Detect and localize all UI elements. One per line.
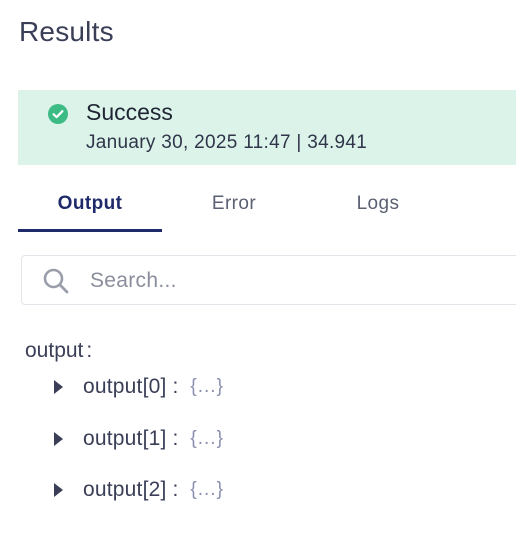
caret-right-icon[interactable] <box>54 432 63 446</box>
tree-node-colon: : <box>172 375 179 398</box>
active-tab-indicator <box>18 229 162 232</box>
caret-right-icon[interactable] <box>54 483 63 497</box>
check-circle-icon <box>48 104 68 124</box>
tree-node-preview: {...} <box>190 479 224 500</box>
tree-root-colon: : <box>86 339 93 362</box>
tree-node-key: output[0] <box>83 375 167 398</box>
tree-node-key: output[2] <box>83 478 167 501</box>
tree-node-output-2[interactable]: output[2] : {...} <box>50 475 224 505</box>
tree-root-key: output <box>25 339 84 362</box>
tree-node-key: output[1] <box>83 427 167 450</box>
caret-right-icon[interactable] <box>54 380 63 394</box>
tab-logs[interactable]: Logs <box>312 180 444 232</box>
page-title: Results <box>19 16 114 47</box>
tree-node-preview: {...} <box>190 376 224 397</box>
tab-error[interactable]: Error <box>168 180 300 232</box>
search-box <box>21 255 516 305</box>
tree-node-output-1[interactable]: output[1] : {...} <box>50 424 224 454</box>
status-label: Success <box>86 99 173 125</box>
tree-node-colon: : <box>172 478 179 501</box>
search-input[interactable] <box>88 262 512 300</box>
results-panel: Results Success January 30, 2025 11:47 |… <box>0 0 516 542</box>
search-icon <box>43 268 69 294</box>
tab-output[interactable]: Output <box>18 180 162 232</box>
tree-node-preview: {...} <box>190 428 224 449</box>
tree-node-colon: : <box>172 427 179 450</box>
status-timestamp-duration: January 30, 2025 11:47 | 34.941 <box>86 132 368 153</box>
tree-node-output-0[interactable]: output[0] : {...} <box>50 372 224 402</box>
results-tabs: Output Error Logs <box>18 180 516 232</box>
tree-root-label: output: <box>25 339 92 363</box>
